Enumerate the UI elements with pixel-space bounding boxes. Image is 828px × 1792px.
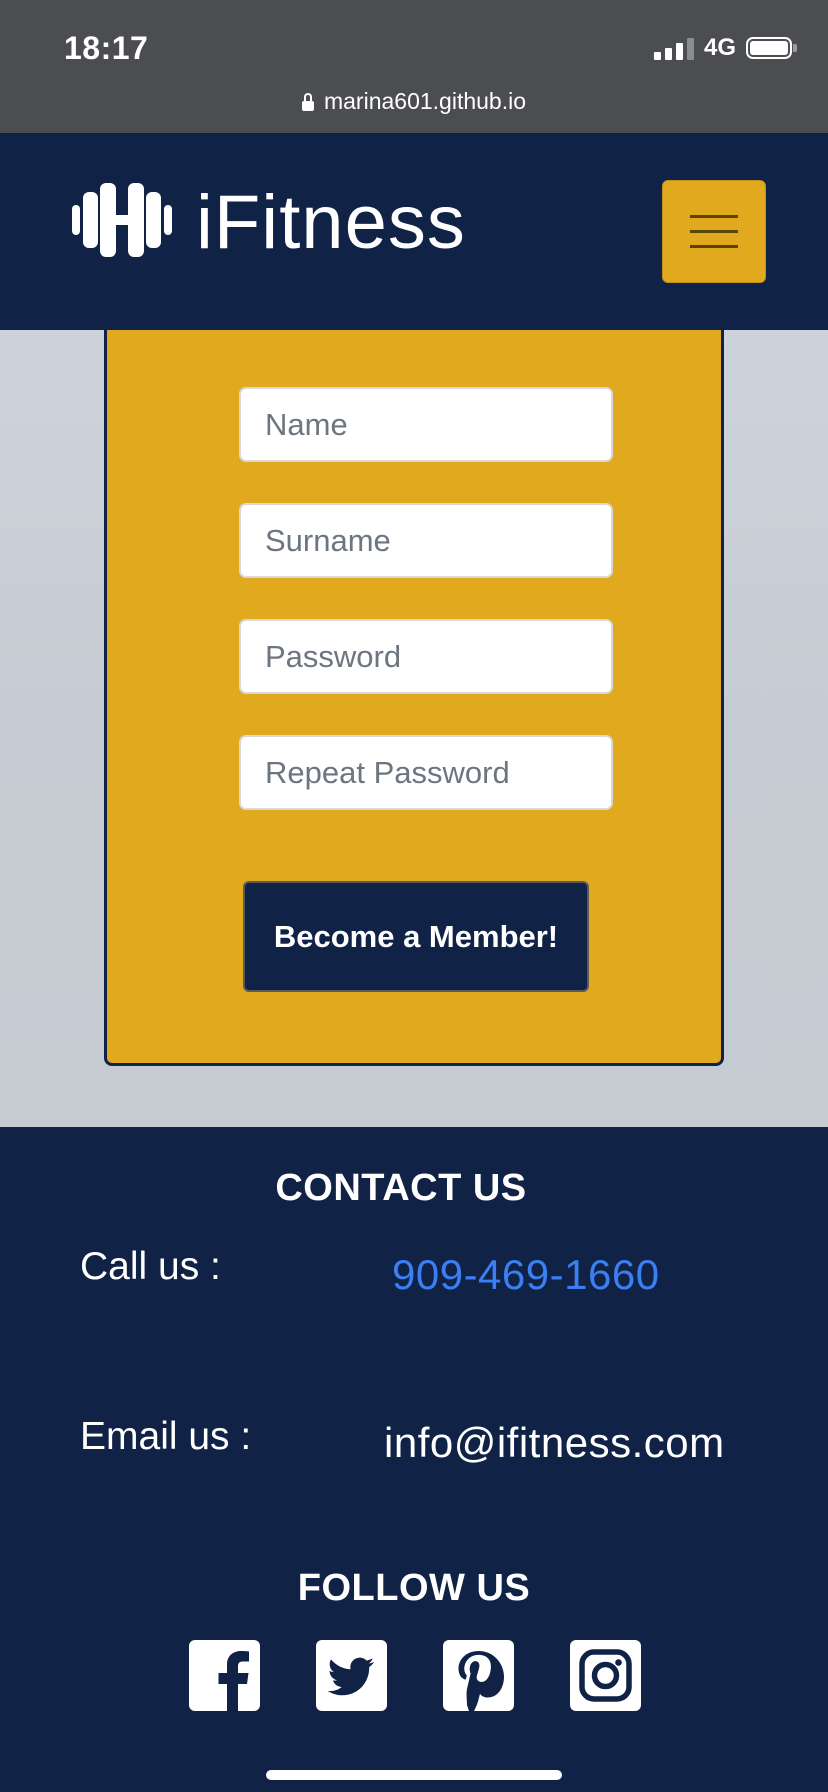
status-time: 18:17	[64, 30, 149, 66]
network-type: 4G	[703, 34, 736, 61]
repeat-password-input[interactable]	[239, 735, 613, 810]
become-member-button[interactable]: Become a Member!	[243, 881, 589, 992]
hamburger-icon-bar	[690, 230, 738, 233]
pinterest-icon[interactable]	[443, 1640, 514, 1711]
site-footer: CONTACT US Call us : 909-469-1660 Email …	[0, 1127, 828, 1792]
follow-title: FOLLOW US	[297, 1567, 531, 1609]
surname-input[interactable]	[239, 503, 613, 578]
menu-toggle-button[interactable]	[662, 180, 766, 283]
password-input[interactable]	[239, 619, 613, 694]
facebook-icon[interactable]	[189, 1640, 260, 1711]
dumbbell-icon	[72, 183, 172, 262]
phone-link[interactable]: 909-469-1660	[392, 1251, 660, 1299]
brand-name[interactable]: iFitness	[196, 184, 466, 261]
brand-logo-link[interactable]: iFitness	[72, 183, 466, 262]
battery-icon	[746, 37, 797, 59]
address-bar[interactable]: marina601.github.io	[0, 88, 828, 115]
site-header: iFitness	[0, 133, 828, 330]
email-link[interactable]: info@ifitness.com	[384, 1419, 725, 1467]
contact-title: CONTACT US	[275, 1167, 527, 1209]
home-indicator[interactable]	[266, 1770, 562, 1780]
name-input[interactable]	[239, 387, 613, 462]
instagram-icon[interactable]	[570, 1640, 641, 1711]
hamburger-icon-bar	[690, 245, 738, 248]
twitter-icon[interactable]	[316, 1640, 387, 1711]
email-label: Email us :	[80, 1415, 252, 1458]
hamburger-icon-bar	[690, 215, 738, 218]
lock-icon	[301, 92, 314, 111]
social-links	[189, 1640, 641, 1711]
signup-form: Become a Member!	[104, 330, 724, 1066]
address-url[interactable]: marina601.github.io	[324, 88, 526, 115]
call-label: Call us :	[80, 1245, 221, 1288]
status-bar: 18:17 4G marina601.github.io	[0, 0, 828, 133]
signal-icon	[653, 36, 694, 60]
status-indicators: 4G	[653, 34, 797, 62]
